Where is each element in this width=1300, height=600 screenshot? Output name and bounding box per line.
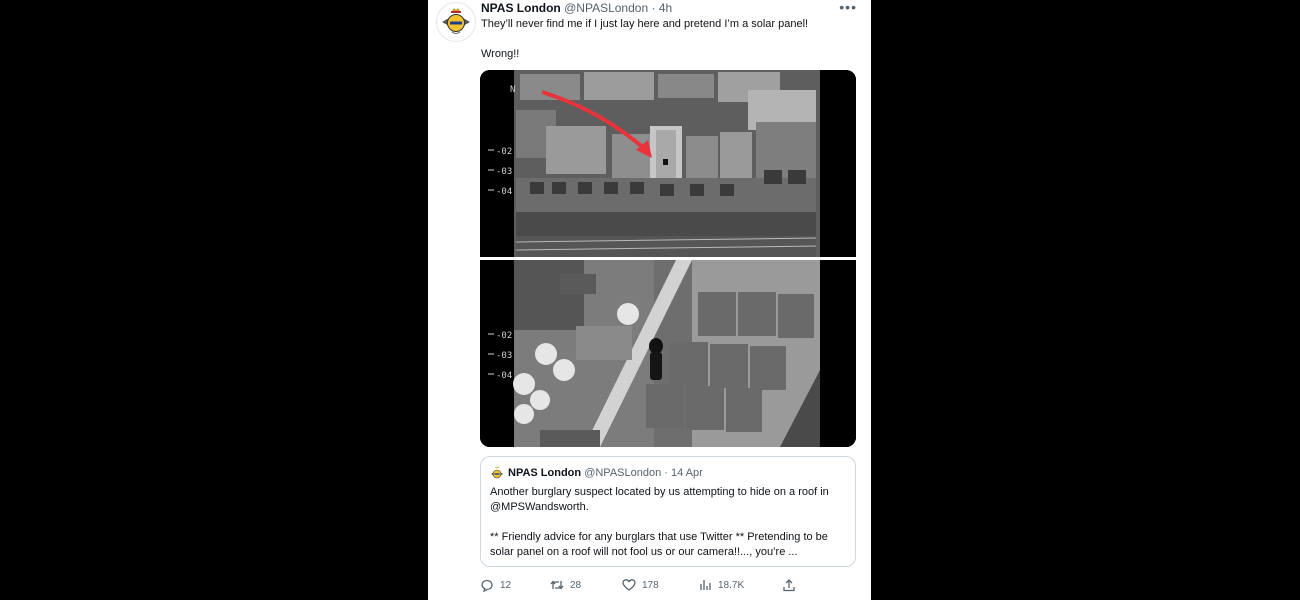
like-button[interactable]: 178 (622, 576, 659, 594)
heart-icon (622, 579, 636, 591)
separator-dot: · (651, 1, 656, 15)
quoted-tweet-paragraph: Another burglary suspect located by us a… (490, 486, 829, 513)
more-dots-icon: ••• (839, 0, 857, 15)
reply-button[interactable]: 12 (480, 576, 511, 594)
quoted-tweet[interactable]: NPAS London @NPASLondon · 14 Apr Another… (480, 456, 856, 567)
views-count: 18.7K (718, 579, 745, 591)
author-handle[interactable]: @NPASLondon (564, 1, 648, 15)
reply-count: 12 (500, 579, 512, 591)
thermal-rooftops-image: -02 -03 -04 N (480, 70, 856, 257)
overlay-label: -02 (496, 147, 512, 157)
tweet-media[interactable]: -02 -03 -04 N -02 -03 -04 (480, 70, 856, 447)
quoted-author-handle[interactable]: @NPASLondon (584, 467, 661, 479)
thermal-image-bottom[interactable]: -02 -03 -04 (480, 260, 856, 447)
overlay-label: -04 (496, 371, 512, 381)
tweet-text-secondary: Wrong!! (481, 48, 520, 60)
retweet-icon (550, 580, 564, 590)
share-icon (783, 579, 795, 592)
avatar[interactable] (436, 2, 476, 42)
tweet-text: They’ll never find me if I just lay here… (481, 18, 809, 30)
tweet-header: NPAS London @NPASLondon · 4h (481, 0, 672, 16)
retweet-count: 28 (570, 579, 582, 591)
reply-icon (481, 579, 493, 592)
views-button[interactable]: 18.7K (698, 576, 744, 594)
quoted-tweet-date[interactable]: 14 Apr (671, 467, 703, 479)
like-count: 178 (642, 579, 659, 591)
npas-badge-icon (442, 8, 470, 34)
tweet-time[interactable]: 4h (659, 1, 672, 15)
more-options-button[interactable]: ••• (839, 0, 857, 15)
quoted-author-name[interactable]: NPAS London (508, 467, 581, 479)
overlay-label: -03 (496, 351, 512, 361)
overlay-corner-label: N (510, 85, 515, 95)
retweet-button[interactable]: 28 (550, 576, 581, 594)
overlay-label: -04 (496, 187, 512, 197)
tweet-card[interactable]: NPAS London @NPASLondon · 4h ••• They’ll… (428, 0, 871, 600)
quoted-tweet-text: Another burglary suspect located by us a… (490, 485, 850, 560)
quoted-tweet-paragraph: ** Friendly advice for any burglars that… (490, 531, 828, 558)
views-chart-icon (700, 580, 711, 590)
thermal-closeup-image: -02 -03 -04 (480, 260, 856, 447)
share-button[interactable] (782, 576, 796, 594)
quoted-tweet-header: NPAS London @NPASLondon · 14 Apr (508, 466, 703, 480)
tweet-actions: 12 28 178 18.7K (480, 576, 856, 594)
overlay-label: -03 (496, 167, 512, 177)
overlay-label: -02 (496, 331, 512, 341)
thermal-image-top[interactable]: -02 -03 -04 N (480, 70, 856, 257)
separator-dot: · (664, 467, 668, 479)
author-name[interactable]: NPAS London (481, 1, 561, 15)
npas-badge-icon (491, 466, 503, 479)
